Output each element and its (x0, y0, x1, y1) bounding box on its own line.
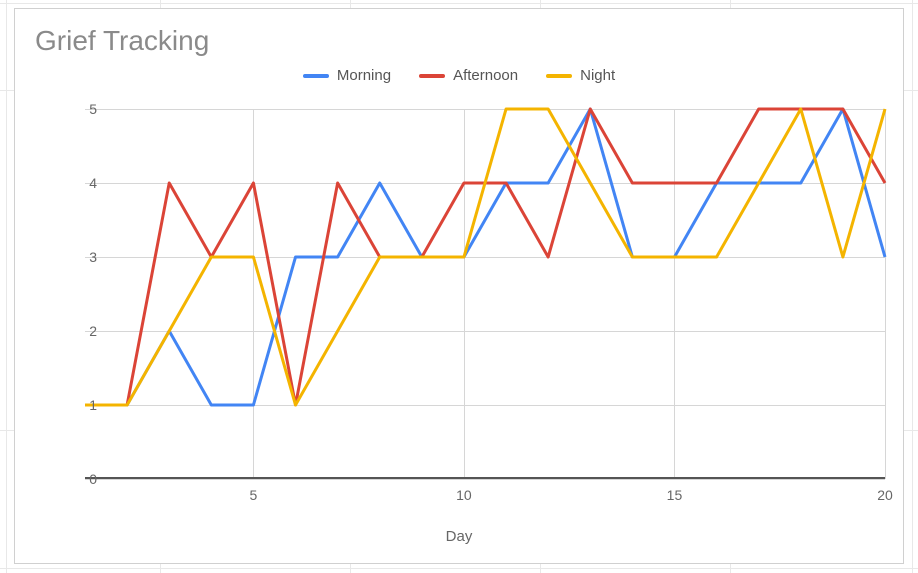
legend-item-night[interactable]: Night (546, 67, 615, 84)
x-tick-label: 15 (667, 487, 683, 503)
sheet-grid (0, 3, 918, 4)
sheet-grid (912, 0, 913, 573)
series-line-night (85, 109, 885, 405)
legend-item-morning[interactable]: Morning (303, 67, 391, 84)
y-tick-label: 2 (67, 323, 97, 339)
series-line-afternoon (85, 109, 885, 405)
legend-label: Morning (337, 67, 391, 84)
legend-label: Afternoon (453, 67, 518, 84)
legend-item-afternoon[interactable]: Afternoon (419, 67, 518, 84)
chart-container[interactable]: Grief Tracking Morning Afternoon Night 0… (14, 8, 904, 564)
y-tick-label: 0 (67, 471, 97, 487)
chart-lines (85, 109, 885, 479)
sheet-grid (0, 568, 918, 569)
y-tick-label: 4 (67, 175, 97, 191)
legend: Morning Afternoon Night (15, 67, 903, 84)
x-tick-label: 5 (250, 487, 258, 503)
y-tick-label: 3 (67, 249, 97, 265)
sheet-grid (6, 0, 7, 573)
gridline-h (85, 479, 885, 480)
y-tick-label: 5 (67, 101, 97, 117)
legend-swatch (546, 74, 572, 78)
plot-area (85, 109, 885, 479)
legend-swatch (419, 74, 445, 78)
series-line-morning (85, 109, 885, 405)
gridline-v (885, 109, 886, 479)
x-axis-label: Day (15, 528, 903, 545)
chart-title: Grief Tracking (35, 25, 209, 57)
y-tick-label: 1 (67, 397, 97, 413)
x-tick-label: 20 (877, 487, 893, 503)
legend-swatch (303, 74, 329, 78)
legend-label: Night (580, 67, 615, 84)
x-tick-label: 10 (456, 487, 472, 503)
